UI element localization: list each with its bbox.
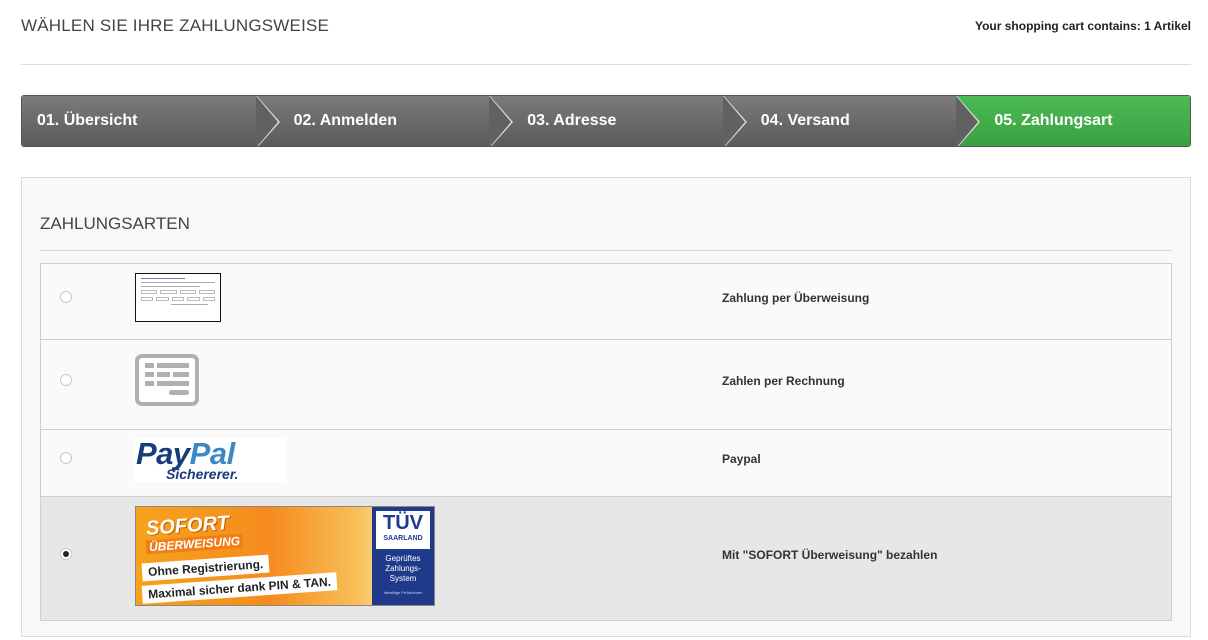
radio-bank-transfer[interactable] <box>60 291 72 303</box>
payment-method-label: Zahlen per Rechnung <box>722 374 845 388</box>
radio-sofort[interactable] <box>60 548 72 560</box>
payment-method-label: Paypal <box>722 452 761 466</box>
step-label: 01. Übersicht <box>37 112 138 129</box>
step-separator-inner <box>722 96 745 146</box>
payment-method-invoice[interactable]: Zahlen per Rechnung <box>41 339 1171 429</box>
tuv-mark: TÜV <box>383 512 423 534</box>
step-overview[interactable]: 01. Übersicht <box>22 96 280 146</box>
paypal-logo: PayPal Sichererer. <box>135 436 285 482</box>
radio-invoice[interactable] <box>60 374 72 386</box>
page-title: WÄHLEN SIE IHRE ZAHLUNGSWEISE <box>21 16 330 35</box>
step-shipping[interactable]: 04. Versand <box>722 96 981 146</box>
step-separator-inner <box>956 96 979 146</box>
payment-method-bank-transfer[interactable]: Zahlung per Überweisung <box>41 264 1171 339</box>
checkout-steps: 01. Übersicht 02. Anmelden 03. Adresse 0… <box>21 95 1191 147</box>
step-address[interactable]: 03. Adresse <box>489 96 747 146</box>
payment-method-label: Mit "SOFORT Überweisung" bezahlen <box>722 548 938 562</box>
header-divider <box>21 64 1191 65</box>
section-title: ZAHLUNGSARTEN <box>40 214 190 233</box>
tuv-region: SAARLAND <box>383 535 423 542</box>
invoice-icon <box>135 354 199 406</box>
sofort-banner: SOFORT ÜBERWEISUNG Ohne Registrierung. M… <box>135 506 435 606</box>
cart-summary[interactable]: Your shopping cart contains: 1 Artikel <box>975 19 1191 33</box>
step-separator-inner <box>489 96 512 146</box>
bank-transfer-form-icon <box>135 273 221 322</box>
section-divider <box>40 250 1172 251</box>
step-login[interactable]: 02. Anmelden <box>255 96 514 146</box>
paypal-tagline: Sichererer. <box>166 466 239 482</box>
payment-method-list: Zahlung per Überweisung Zahlen per Rechn… <box>40 263 1172 621</box>
tuv-footnote: freiwillige Prüfzeichen <box>383 590 423 595</box>
payment-method-label: Zahlung per Überweisung <box>722 291 870 305</box>
step-separator-inner <box>255 96 278 146</box>
payment-panel: ZAHLUNGSARTEN Zahlung per Überweisung Za… <box>21 177 1191 637</box>
payment-method-paypal[interactable]: PayPal Sichererer. Paypal <box>41 429 1171 496</box>
radio-paypal[interactable] <box>60 452 72 464</box>
tuv-certification: Geprüftes Zahlungs-System <box>385 554 421 583</box>
step-payment[interactable]: 05. Zahlungsart <box>956 96 1190 146</box>
payment-method-sofort[interactable]: SOFORT ÜBERWEISUNG Ohne Registrierung. M… <box>41 496 1171 620</box>
tuv-seal: TÜV SAARLAND Geprüftes Zahlungs-System f… <box>372 507 434 605</box>
